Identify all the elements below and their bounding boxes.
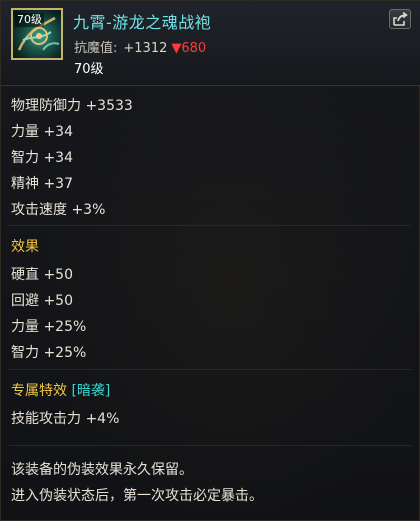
effect-line: 智力 +25% bbox=[11, 345, 87, 361]
resist-label: 抗魔值: bbox=[74, 41, 118, 56]
item-tooltip: 70级 九霄-游龙之魂战袍 抗魔值: +1312 ▼680 70级 物理防御力 +3… bbox=[0, 0, 420, 521]
divider bbox=[9, 369, 411, 370]
tooltip-header: 70级 九霄-游龙之魂战袍 抗魔值: +1312 ▼680 70级 bbox=[1, 1, 420, 86]
note-line: 进入伪装状态后，第一次攻击必定暴击。 bbox=[11, 488, 263, 504]
share-button[interactable] bbox=[389, 9, 411, 29]
effect-line: 回避 +50 bbox=[11, 293, 73, 309]
divider bbox=[9, 225, 411, 226]
special-line: 技能攻击力 +4% bbox=[11, 411, 120, 427]
effect-line: 力量 +25% bbox=[11, 319, 87, 335]
stat-attack-speed: 攻击速度 +3% bbox=[11, 202, 106, 218]
level-badge: 70级 bbox=[15, 13, 44, 27]
special-title: 专属特效 bbox=[11, 383, 67, 399]
effect-line: 硬直 +50 bbox=[11, 267, 73, 283]
required-level: 70级 bbox=[74, 62, 104, 77]
stat-strength: 力量 +34 bbox=[11, 124, 73, 140]
armor-item-icon: 70级 bbox=[11, 8, 63, 60]
special-tag: [暗袭] bbox=[71, 383, 111, 399]
resist-value: +1312 bbox=[123, 41, 168, 56]
divider bbox=[9, 445, 411, 446]
stat-intelligence: 智力 +34 bbox=[11, 150, 73, 166]
stat-physical-defense: 物理防御力 +3533 bbox=[11, 98, 133, 114]
resist-row: 抗魔值: +1312 ▼680 bbox=[74, 37, 206, 56]
special-title-row: 专属特效 [暗袭] bbox=[11, 380, 110, 400]
effects-title: 效果 bbox=[11, 239, 39, 255]
item-name: 九霄-游龙之魂战袍 bbox=[73, 13, 212, 32]
share-icon bbox=[393, 11, 408, 26]
stat-spirit: 精神 +37 bbox=[11, 176, 73, 192]
resist-down-value: ▼680 bbox=[171, 41, 207, 56]
note-line: 该装备的伪装效果永久保留。 bbox=[11, 462, 193, 478]
